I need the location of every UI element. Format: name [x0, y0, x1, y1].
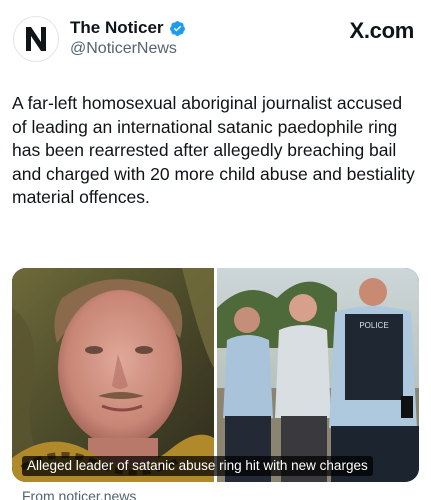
noticer-logo-icon	[26, 27, 46, 51]
name-row: The Noticer	[70, 18, 186, 38]
media-caption: Alleged leader of satanic abuse ring hit…	[22, 456, 373, 476]
tweet-header: The Noticer @NoticerNews X.com	[0, 0, 431, 80]
tweet-text: A far-left homosexual aboriginal journal…	[12, 93, 415, 207]
police-vest-label: POLICE	[359, 321, 388, 330]
photo-right[interactable]: POLICE	[217, 268, 419, 482]
site-label: X.com	[349, 18, 414, 43]
media-card[interactable]: POLICE Alleged leader of satanic abuse r…	[12, 268, 419, 482]
display-name[interactable]: The Noticer	[70, 18, 164, 38]
arrest-photo: POLICE	[217, 268, 419, 482]
card-source-link[interactable]: From noticer.news	[22, 488, 136, 500]
handle[interactable]: @NoticerNews	[70, 40, 177, 58]
verified-badge-icon	[169, 20, 186, 37]
photo-left[interactable]	[12, 268, 214, 482]
portrait-photo	[12, 268, 214, 482]
avatar[interactable]	[13, 16, 59, 62]
